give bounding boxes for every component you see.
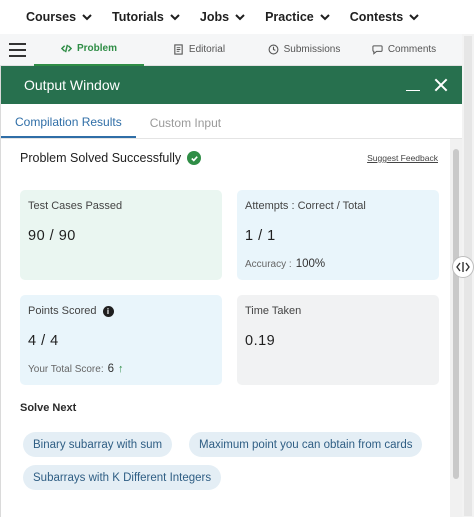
attempts-value: 1 / 1 <box>245 228 276 244</box>
chevron-down-icon <box>320 13 330 20</box>
status-message: Problem Solved Successfully <box>20 151 202 165</box>
output-window: Output Window Compilation Results Custom… <box>0 66 462 517</box>
nav-tutorials-label: Tutorials <box>112 10 164 24</box>
test-cases-card: Test Cases Passed 90 / 90 <box>20 190 222 280</box>
test-cases-label: Test Cases Passed <box>28 200 123 212</box>
status-text: Problem Solved Successfully <box>20 151 182 165</box>
suggest-feedback-link[interactable]: Suggest Feedback <box>367 153 438 163</box>
comment-icon <box>372 45 383 55</box>
time-card: Time Taken 0.19 <box>237 295 439 385</box>
arrow-up-icon: ↑ <box>118 363 124 375</box>
points-card: Points Scored i 4 / 4 Your Total Score: … <box>20 295 222 385</box>
accuracy: Accuracy : 100% <box>245 258 431 270</box>
points-value: 4 / 4 <box>28 333 59 349</box>
nav-practice[interactable]: Practice <box>265 10 330 24</box>
menu-icon[interactable] <box>0 34 34 66</box>
nav-contests[interactable]: Contests <box>350 10 419 24</box>
tab-problem[interactable]: Problem <box>34 34 144 66</box>
chevron-down-icon <box>235 13 245 20</box>
tab-submissions[interactable]: Submissions <box>254 34 354 66</box>
test-cases-value: 90 / 90 <box>28 228 76 244</box>
tab-submissions-label: Submissions <box>283 44 341 55</box>
code-toggle-icon <box>456 262 470 272</box>
tab-editorial-label: Editorial <box>188 44 226 55</box>
chevron-down-icon <box>82 13 92 20</box>
tab-editorial[interactable]: Editorial <box>144 34 254 66</box>
nav-contests-label: Contests <box>349 10 404 24</box>
output-subtabs: Compilation Results Custom Input <box>1 104 462 139</box>
close-icon[interactable] <box>434 78 448 92</box>
attempts-label: Attempts : Correct / Total <box>245 200 366 212</box>
nav-jobs[interactable]: Jobs <box>200 10 245 24</box>
results-content: Problem Solved Successfully Suggest Feed… <box>1 139 451 517</box>
top-navigation: Courses Tutorials Jobs Practice Contests <box>0 0 474 34</box>
tab-comments[interactable]: Comments <box>354 34 454 66</box>
attempts-card: Attempts : Correct / Total 1 / 1 Accurac… <box>237 190 439 280</box>
time-value: 0.19 <box>245 333 276 349</box>
total-score-label: Your Total Score: <box>28 363 104 375</box>
chevron-down-icon <box>409 13 419 20</box>
nav-courses-label: Courses <box>26 10 77 24</box>
resize-handle[interactable] <box>452 256 474 278</box>
time-label: Time Taken <box>245 305 302 317</box>
check-circle-icon <box>187 151 202 165</box>
nav-practice-label: Practice <box>265 10 314 24</box>
output-window-header: Output Window <box>1 66 462 104</box>
code-icon <box>60 44 72 53</box>
points-label: Points Scored <box>28 305 97 317</box>
output-window-title: Output Window <box>24 77 120 93</box>
accuracy-label: Accuracy : <box>245 258 292 270</box>
document-icon <box>174 44 183 55</box>
info-icon[interactable]: i <box>102 305 114 317</box>
minimize-icon[interactable] <box>406 79 420 91</box>
tab-custom-input[interactable]: Custom Input <box>136 116 235 138</box>
results-scrollbar[interactable] <box>450 139 462 517</box>
suggestion-chip[interactable]: Subarrays with K Different Integers <box>23 465 222 490</box>
nav-tutorials[interactable]: Tutorials <box>112 10 180 24</box>
nav-jobs-label: Jobs <box>199 10 230 24</box>
tab-comments-label: Comments <box>387 44 437 55</box>
problem-tab-bar: Problem Editorial Submissions Comments <box>0 34 462 66</box>
suggestion-chip[interactable]: Maximum point you can obtain from cards <box>189 432 423 457</box>
tab-compilation-results[interactable]: Compilation Results <box>1 115 136 138</box>
accuracy-value: 100% <box>295 258 326 270</box>
chevron-down-icon <box>170 13 180 20</box>
points-heading: Points Scored i <box>28 305 214 317</box>
clock-icon <box>268 44 279 55</box>
results-scrollbar-thumb[interactable] <box>453 149 459 479</box>
suggestion-chip[interactable]: Binary subarray with sum <box>23 432 173 457</box>
tab-problem-label: Problem <box>76 43 117 54</box>
total-score: Your Total Score: 6 ↑ <box>28 363 214 375</box>
nav-courses[interactable]: Courses <box>26 10 92 24</box>
total-score-value: 6 <box>107 363 115 375</box>
solve-next-heading: Solve Next <box>20 402 77 414</box>
